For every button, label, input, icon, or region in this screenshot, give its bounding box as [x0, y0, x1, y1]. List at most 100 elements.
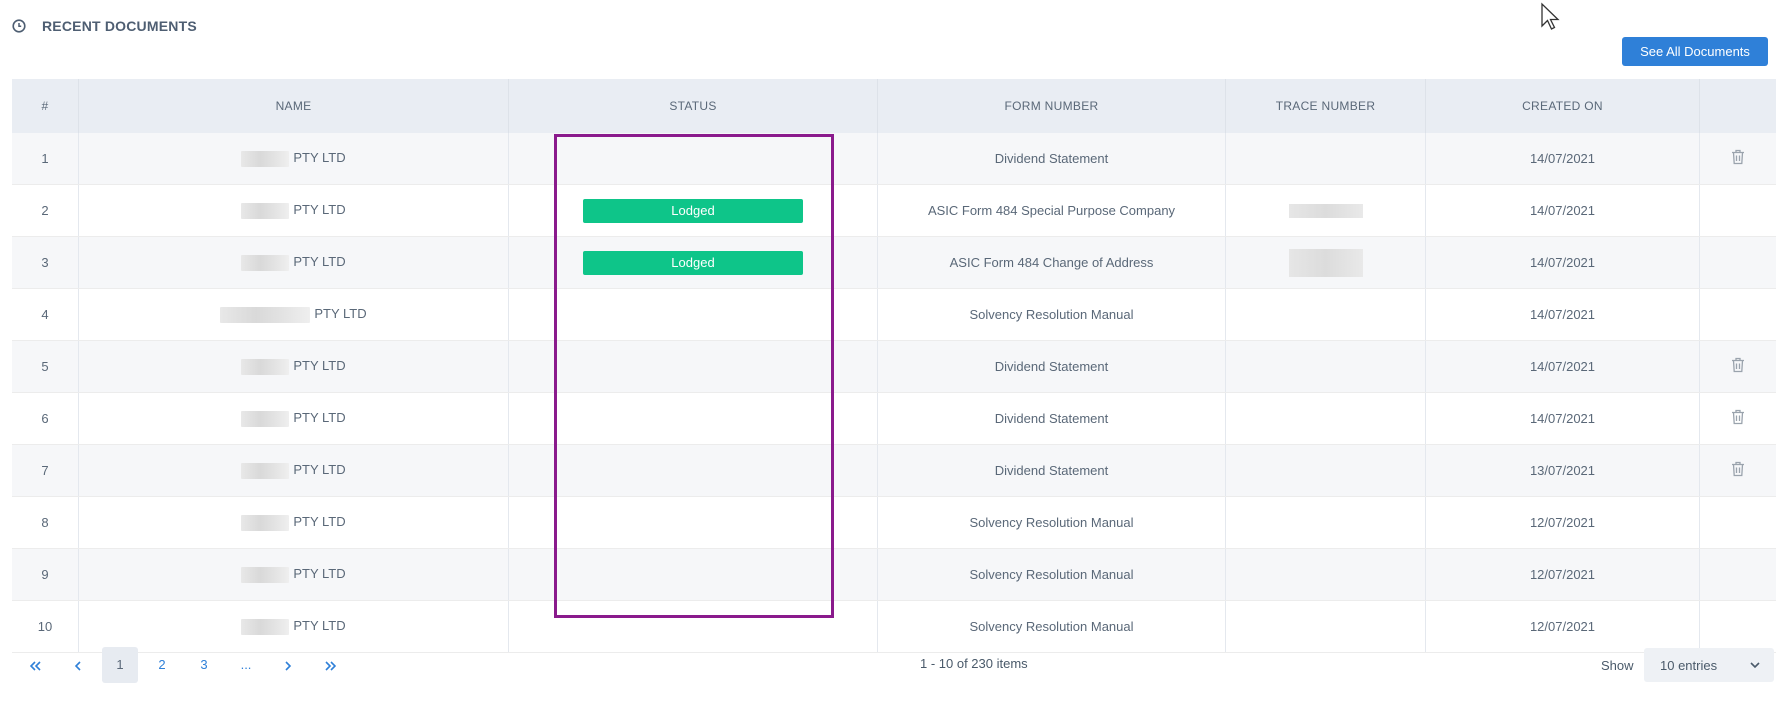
row-number: 8: [12, 496, 79, 549]
actions-cell: [1699, 236, 1776, 289]
column-header-status[interactable]: STATUS: [508, 79, 878, 133]
company-name-suffix: PTY LTD: [293, 202, 346, 218]
table-row[interactable]: 8 PTY LTD Solvency Resolution Manual 12/07/…: [12, 496, 1776, 549]
row-number: 4: [12, 288, 79, 341]
trace-number-cell: [1225, 496, 1426, 549]
column-header-form-number[interactable]: FORM NUMBER: [877, 79, 1226, 133]
created-on-cell: 14/07/2021: [1425, 392, 1700, 445]
name-cell: PTY LTD: [78, 133, 509, 185]
page-1-button[interactable]: 1: [102, 647, 138, 683]
company-name-suffix: PTY LTD: [293, 566, 346, 582]
redacted-name: [241, 566, 290, 583]
column-header-name[interactable]: NAME: [78, 79, 509, 133]
status-badge: Lodged: [583, 198, 803, 223]
redacted-name: [241, 202, 290, 219]
created-on-cell: 13/07/2021: [1425, 444, 1700, 497]
created-on-cell: 14/07/2021: [1425, 133, 1700, 185]
page-2-button[interactable]: 2: [144, 647, 180, 683]
trash-icon[interactable]: [1731, 149, 1745, 165]
last-page-button[interactable]: [312, 647, 348, 683]
table-row[interactable]: 9 PTY LTD Solvency Resolution Manual 12/07/…: [12, 548, 1776, 601]
table-row[interactable]: 4 PTY LTD Solvency Resolution Manual 14/07/…: [12, 288, 1776, 341]
actions-cell: [1699, 340, 1776, 393]
trace-number-cell: [1225, 444, 1426, 497]
actions-cell: [1699, 288, 1776, 341]
table-row[interactable]: 10 PTY LTD Solvency Resolution Manual 12/07…: [12, 600, 1776, 653]
column-header-actions: [1699, 79, 1776, 133]
form-number-cell: ASIC Form 484 Special Purpose Company: [877, 184, 1226, 237]
redacted-name: [241, 514, 290, 531]
redacted-name: [241, 618, 290, 635]
actions-cell: [1699, 444, 1776, 497]
name-cell: PTY LTD: [78, 236, 509, 289]
name-cell: PTY LTD: [78, 288, 509, 341]
name-cell: PTY LTD: [78, 496, 509, 549]
redacted-name: [241, 410, 290, 427]
status-cell: Lodged: [508, 184, 878, 237]
actions-cell: [1699, 600, 1776, 653]
redacted-name: [241, 358, 290, 375]
name-cell: PTY LTD: [78, 600, 509, 653]
previous-page-button[interactable]: [60, 647, 96, 683]
table-row[interactable]: 2 PTY LTD Lodged ASIC Form 484 Special Purp…: [12, 184, 1776, 237]
table-row[interactable]: 5 PTY LTD Dividend Statement 14/07/2021: [12, 340, 1776, 393]
actions-cell: [1699, 184, 1776, 237]
page-3-button[interactable]: 3: [186, 647, 222, 683]
next-page-button[interactable]: [270, 647, 306, 683]
trace-number-cell: [1225, 288, 1426, 341]
row-number: 9: [12, 548, 79, 601]
created-on-cell: 14/07/2021: [1425, 288, 1700, 341]
chevron-down-icon: [1750, 661, 1760, 668]
row-number: 7: [12, 444, 79, 497]
company-name-suffix: PTY LTD: [293, 358, 346, 374]
created-on-cell: 12/07/2021: [1425, 600, 1700, 653]
pagination: 1 2 3 ...: [18, 647, 354, 683]
clock-icon: [12, 19, 26, 33]
table-row[interactable]: 6 PTY LTD Dividend Statement 14/07/2021: [12, 392, 1776, 445]
redacted-name: [241, 150, 290, 167]
trash-icon[interactable]: [1731, 461, 1745, 477]
chevron-left-icon: [74, 660, 81, 671]
form-number-cell: ASIC Form 484 Change of Address: [877, 236, 1226, 289]
trace-number-cell: [1225, 392, 1426, 445]
form-number-cell: Dividend Statement: [877, 392, 1226, 445]
trash-icon[interactable]: [1731, 409, 1745, 425]
trace-number-cell: [1225, 133, 1426, 185]
company-name-suffix: PTY LTD: [293, 462, 346, 478]
status-cell: [508, 496, 878, 549]
company-name-suffix: PTY LTD: [293, 514, 346, 530]
table-header-row: # NAME STATUS FORM NUMBER TRACE NUMBER C…: [12, 79, 1776, 133]
actions-cell: [1699, 548, 1776, 601]
status-cell: [508, 133, 878, 185]
status-cell: [508, 444, 878, 497]
created-on-cell: 12/07/2021: [1425, 496, 1700, 549]
status-cell: [508, 392, 878, 445]
column-header-created-on[interactable]: CREATED ON: [1425, 79, 1700, 133]
page-ellipsis-button[interactable]: ...: [228, 647, 264, 683]
first-page-button[interactable]: [18, 647, 54, 683]
column-header-trace-number[interactable]: TRACE NUMBER: [1225, 79, 1426, 133]
redacted-name: [220, 306, 311, 323]
redacted-trace-number: [1288, 248, 1363, 277]
entries-select[interactable]: 10 entries: [1644, 648, 1774, 682]
redacted-trace-number: [1288, 204, 1363, 219]
show-label: Show: [1601, 658, 1634, 673]
table-row[interactable]: 7 PTY LTD Dividend Statement 13/07/2021: [12, 444, 1776, 497]
trace-number-cell: [1225, 600, 1426, 653]
company-name-suffix: PTY LTD: [293, 618, 346, 634]
form-number-cell: Dividend Statement: [877, 133, 1226, 185]
table-row[interactable]: 3 PTY LTD Lodged ASIC Form 484 Change of Ad…: [12, 236, 1776, 289]
form-number-cell: Dividend Statement: [877, 444, 1226, 497]
form-number-cell: Dividend Statement: [877, 340, 1226, 393]
chevron-right-icon: [285, 660, 292, 671]
table-row[interactable]: 1 PTY LTD Dividend Statement 14/07/2021: [12, 133, 1776, 185]
trash-icon[interactable]: [1731, 357, 1745, 373]
redacted-name: [241, 462, 290, 479]
redacted-name: [241, 254, 290, 271]
actions-cell: [1699, 133, 1776, 185]
column-header-number[interactable]: #: [12, 79, 79, 133]
created-on-cell: 14/07/2021: [1425, 184, 1700, 237]
actions-cell: [1699, 392, 1776, 445]
see-all-documents-button[interactable]: See All Documents: [1622, 37, 1768, 66]
table-body: 1 PTY LTD Dividend Statement 14/07/2021 2 PTY…: [12, 133, 1776, 653]
